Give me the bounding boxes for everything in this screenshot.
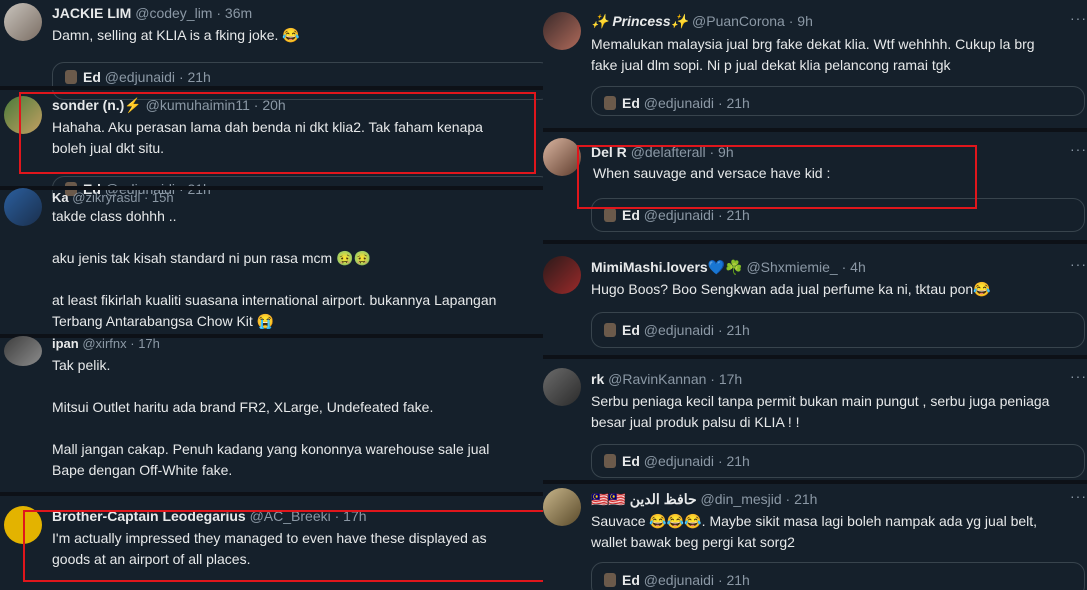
tweet-text: Serbu peniaga kecil tanpa permit bukan m… [591,393,1050,430]
quoted-time: · 21h [717,207,750,223]
tweet-text: Damn, selling at KLIA is a fking joke. 😂 [52,27,300,43]
tweet-header-partial: Ka @zikryrasul · 15h [52,190,174,205]
avatar[interactable] [543,368,581,406]
tweet-text: Tak pelik. Mitsui Outlet haritu ada bran… [52,357,490,478]
avatar[interactable] [543,256,581,294]
tweet-header-partial: ipan @xirfnx · 17h [52,336,160,351]
quoted-author-name: Ed [622,322,640,338]
more-options-icon[interactable]: ··· [1070,141,1087,157]
tweet-author-name[interactable]: JACKIE LIM [52,5,131,21]
screenshot-divider [0,492,545,496]
tweet-author-name[interactable]: MimiMashi.lovers💙☘️ [591,259,743,275]
quoted-tweet[interactable]: Ed @edjunaidi · 21h [591,86,1085,116]
highlight-box [23,510,545,582]
more-options-icon[interactable]: ··· [1070,256,1087,272]
quoted-author-handle: @edjunaidi [643,453,715,469]
tweet-text: Sauvace 😂😂😂. Maybe sikit masa lagi boleh… [591,513,1038,550]
quoted-avatar [65,70,77,84]
quoted-avatar [604,573,616,587]
quoted-time: · 21h [717,572,750,588]
tweet-time[interactable]: · 17h [710,371,742,387]
tweet-time[interactable]: · 21h [786,491,818,507]
tweet-author-handle[interactable]: @din_mesjid [701,491,782,507]
quoted-avatar [604,454,616,468]
highlight-box [577,145,977,209]
tweet-author-handle[interactable]: @PuanCorona [692,13,785,29]
quoted-author-handle: @edjunaidi [643,322,715,338]
tweet-author-handle[interactable]: @Shxmiemie_ [746,259,837,275]
quoted-author-name: Ed [622,453,640,469]
avatar[interactable] [543,138,581,176]
screenshot-divider [543,355,1087,359]
quoted-avatar [604,208,616,222]
quoted-avatar [604,323,616,337]
avatar[interactable] [543,12,581,50]
screenshot-divider [0,86,545,90]
quoted-tweet[interactable]: Ed @edjunaidi · 21h [591,562,1085,590]
quoted-time: · 21h [717,322,750,338]
quoted-time: · 21h [717,453,750,469]
tweet-author-name[interactable]: rk [591,371,604,387]
tweet-time[interactable]: · 4h [842,259,866,275]
more-options-icon[interactable]: ··· [1070,368,1087,384]
avatar[interactable] [4,336,42,366]
tweet-author-handle[interactable]: @codey_lim [135,5,212,21]
more-options-icon[interactable]: ··· [1070,488,1087,504]
quoted-author-name: Ed [622,572,640,588]
tweet-author-name[interactable]: ✨ Princess✨ [591,13,688,29]
quoted-tweet[interactable]: Ed @edjunaidi · 21h [591,444,1085,478]
quoted-tweet[interactable]: Ed @edjunaidi · 21h [591,312,1085,348]
screenshot-divider [543,240,1087,244]
highlight-box [19,92,536,174]
screenshot-divider [543,128,1087,132]
quoted-author-handle: @edjunaidi [643,207,715,223]
more-options-icon[interactable]: ··· [1070,10,1087,26]
tweet-author-handle[interactable]: @RavinKannan [608,371,706,387]
tweet-text: takde class dohhh .. aku jenis tak kisah… [52,208,497,329]
quoted-time: · 21h [717,95,750,111]
avatar[interactable] [543,488,581,526]
quoted-avatar [604,96,616,110]
quoted-time: · 21h [178,69,211,85]
tweet-time[interactable]: · 9h [789,13,813,29]
quoted-author-name: Ed [83,69,101,85]
quoted-author-handle: @edjunaidi [643,95,715,111]
quoted-author-name: Ed [622,95,640,111]
left-screenshot-panel: JACKIE LIM @codey_lim · 36m Damn, sellin… [0,0,545,590]
tweet-text: Hugo Boos? Boo Sengkwan ada jual perfume… [591,281,991,297]
quoted-author-name: Ed [622,207,640,223]
tweet-time[interactable]: · 36m [216,5,252,21]
avatar[interactable] [4,3,42,41]
tweet-text: Memalukan malaysia jual brg fake dekat k… [591,36,1035,73]
quoted-author-handle: @edjunaidi [643,572,715,588]
tweet-author-name[interactable]: 🇲🇾🇲🇾 حافظ الدين [591,491,697,507]
right-screenshot-panel: ✨ Princess✨ @PuanCorona · 9h ··· Memaluk… [543,0,1087,590]
quoted-author-handle: @edjunaidi [104,69,176,85]
avatar[interactable] [4,188,42,226]
screenshot-divider [543,480,1087,484]
